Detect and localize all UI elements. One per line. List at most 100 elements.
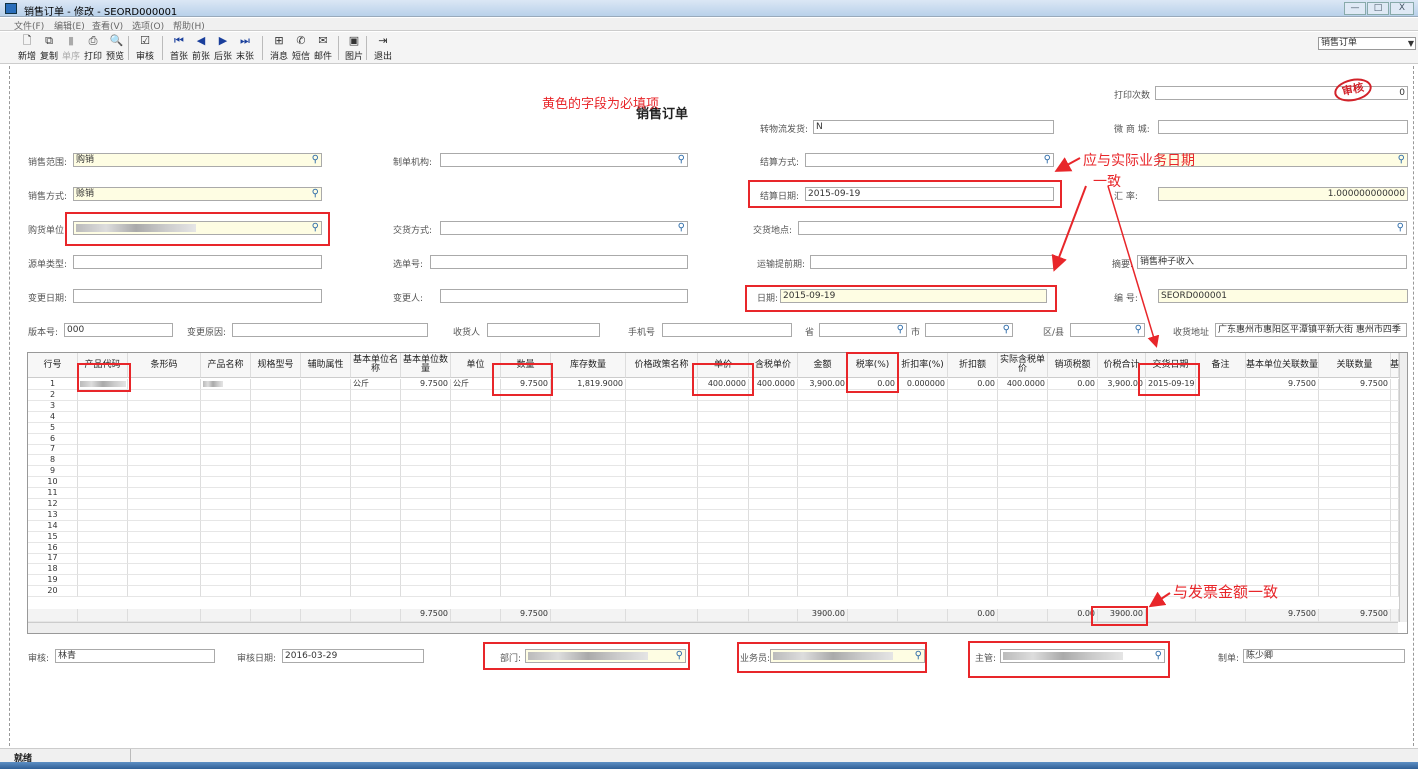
grid-cell[interactable] (1146, 477, 1196, 489)
grid-cell[interactable] (128, 488, 201, 499)
grid-cell[interactable] (501, 509, 551, 521)
wechat-mall-field[interactable] (1158, 120, 1408, 134)
grid-cell[interactable] (1391, 509, 1399, 521)
grid-cell[interactable]: 0.00 (948, 379, 998, 390)
grid-cell[interactable] (1098, 509, 1146, 521)
grid-cell[interactable] (1246, 509, 1319, 521)
grid-cell[interactable] (1319, 389, 1391, 401)
grid-cell[interactable] (551, 455, 626, 467)
grid-cell[interactable] (551, 564, 626, 576)
grid-cell[interactable] (848, 520, 898, 532)
grid-cell[interactable] (626, 575, 698, 587)
grid-cell[interactable] (251, 389, 301, 401)
grid-cell[interactable] (948, 575, 998, 587)
grid-cell[interactable] (1196, 520, 1246, 532)
grid-cell[interactable] (998, 564, 1048, 576)
grid-cell[interactable] (848, 553, 898, 565)
grid-cell[interactable] (1319, 422, 1391, 434)
sales-scope-field[interactable]: 购销 ⚲ (73, 153, 322, 167)
grid-cell[interactable]: 公斤 (351, 379, 401, 390)
grid-cell[interactable] (898, 433, 948, 445)
grid-cell[interactable] (251, 433, 301, 445)
grid-cell[interactable] (78, 389, 128, 401)
grid-cell[interactable] (698, 575, 749, 587)
grid-cell[interactable] (301, 520, 351, 532)
grid-cell[interactable] (551, 531, 626, 543)
grid-cell[interactable] (1246, 455, 1319, 467)
grid-cell[interactable] (401, 542, 451, 554)
grid-cell[interactable] (128, 411, 201, 423)
receiver-field[interactable] (487, 323, 600, 337)
grid-cell[interactable] (749, 564, 798, 576)
grid-cell[interactable] (1391, 444, 1399, 456)
menu-item[interactable]: 编辑(E) (54, 19, 85, 32)
grid-cell[interactable] (128, 509, 201, 521)
address-field[interactable]: 广东惠州市惠阳区平潭镇平新大街 惠州市四季 (1215, 323, 1407, 337)
grid-cell[interactable] (1048, 400, 1098, 412)
grid-cell[interactable] (301, 488, 351, 499)
grid-cell[interactable] (128, 389, 201, 401)
grid-cell[interactable] (351, 477, 401, 489)
lookup-icon[interactable]: ⚲ (1155, 650, 1162, 662)
grid-cell[interactable] (78, 400, 128, 412)
toolbar-button-new-file[interactable]: 🗋 新增 (16, 35, 38, 62)
grid-cell[interactable] (948, 477, 998, 489)
minimize-button[interactable]: — (1344, 2, 1366, 15)
grid-cell[interactable] (1319, 466, 1391, 478)
grid-cell[interactable] (1319, 564, 1391, 576)
district-field[interactable]: ⚲ (1070, 323, 1145, 337)
grid-cell[interactable] (626, 488, 698, 499)
grid-cell[interactable] (898, 498, 948, 510)
grid-cell[interactable] (1048, 477, 1098, 489)
bill-type-select[interactable]: 销售订单 ▼ (1318, 37, 1416, 50)
grid-cell[interactable] (1196, 477, 1246, 489)
grid-cell[interactable] (798, 444, 848, 456)
grid-cell[interactable] (898, 564, 948, 576)
grid-cell[interactable] (749, 531, 798, 543)
grid-cell[interactable] (1246, 531, 1319, 543)
toolbar-button-prev[interactable]: ◀ 前张 (190, 35, 212, 62)
grid-cell[interactable] (1048, 509, 1098, 521)
grid-cell[interactable] (749, 575, 798, 587)
grid-cell[interactable] (749, 411, 798, 423)
grid-cell[interactable] (626, 444, 698, 456)
dept-field[interactable]: ⚲ (525, 649, 686, 663)
column-header[interactable]: 销项税额 (1048, 353, 1098, 378)
grid-cell[interactable] (1048, 433, 1098, 445)
grid-cell[interactable] (251, 477, 301, 489)
grid-cell[interactable] (749, 520, 798, 532)
grid-cell[interactable] (698, 444, 749, 456)
grid-cell[interactable] (1319, 444, 1391, 456)
grid-cell[interactable] (698, 586, 749, 598)
grid-cell[interactable] (1196, 531, 1246, 543)
toolbar-button-audit[interactable]: ☑ 审核 (134, 35, 156, 62)
grid-cell[interactable] (698, 531, 749, 543)
grid-cell[interactable] (1391, 389, 1399, 401)
grid-cell[interactable] (1391, 422, 1399, 434)
grid-cell[interactable] (626, 542, 698, 554)
grid-cell[interactable] (351, 400, 401, 412)
grid-cell[interactable] (501, 531, 551, 543)
grid-cell[interactable] (351, 509, 401, 521)
grid-cell[interactable] (898, 455, 948, 467)
grid-cell[interactable] (1391, 411, 1399, 423)
grid-cell[interactable] (301, 575, 351, 587)
grid-cell[interactable] (251, 379, 301, 390)
grid-cell[interactable] (1246, 553, 1319, 565)
city-field[interactable]: ⚲ (925, 323, 1013, 337)
grid-cell[interactable] (1196, 455, 1246, 467)
grid-cell[interactable] (301, 455, 351, 467)
grid-cell[interactable] (749, 542, 798, 554)
grid-cell[interactable] (251, 422, 301, 434)
grid-cell[interactable] (301, 542, 351, 554)
grid-cell[interactable] (626, 520, 698, 532)
grid-cell[interactable] (128, 553, 201, 565)
grid-cell[interactable] (451, 400, 501, 412)
column-header[interactable]: 单位 (451, 353, 501, 378)
grid-cell[interactable] (1098, 444, 1146, 456)
grid-cell[interactable] (1319, 531, 1391, 543)
grid-cell[interactable] (848, 542, 898, 554)
grid-cell[interactable] (201, 509, 251, 521)
grid-cell[interactable] (749, 455, 798, 467)
grid-cell[interactable] (948, 553, 998, 565)
